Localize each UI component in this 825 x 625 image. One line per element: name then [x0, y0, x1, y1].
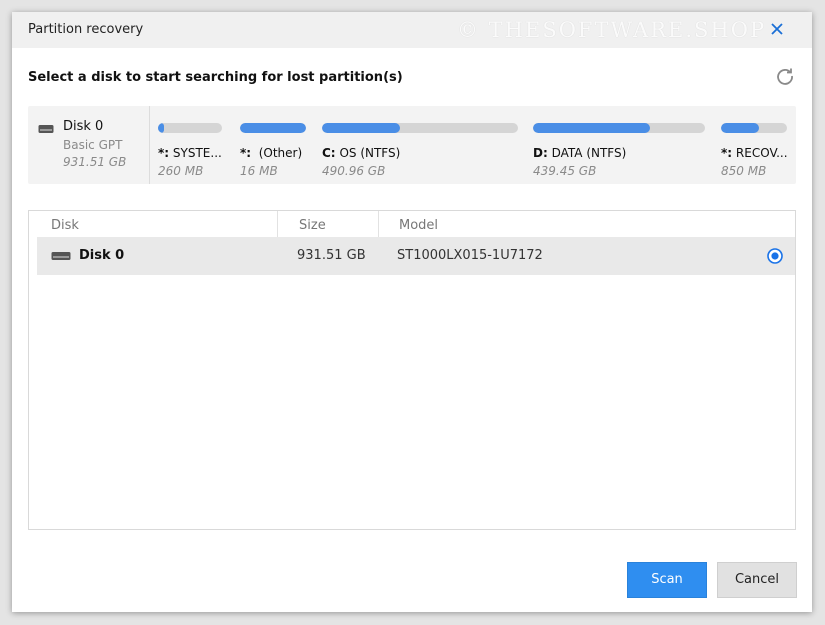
close-icon[interactable] [770, 22, 784, 36]
partition-usage-bar [240, 123, 306, 133]
partition-usage-fill [721, 123, 760, 133]
window-title: Partition recovery [28, 22, 144, 37]
page-heading: Select a disk to start searching for los… [28, 70, 403, 85]
partition-d[interactable]: D: DATA (NTFS) 439.45 GB [533, 106, 705, 184]
disk-map-panel: Disk 0 Basic GPT 931.51 GB *: SYSTE... 2… [28, 106, 796, 184]
partition-usage-fill [240, 123, 306, 133]
scan-button[interactable]: Scan [627, 562, 707, 598]
partition-usage-bar [158, 123, 222, 133]
column-header-disk[interactable]: Disk [51, 218, 79, 233]
partition-other[interactable]: *: (Other) 16 MB [240, 106, 306, 184]
disk-table: Disk Size Model Disk 0 931.51 GB ST1000L… [28, 210, 796, 530]
partition-size: 16 MB [240, 164, 278, 178]
hard-disk-icon [38, 125, 54, 133]
partition-size: 260 MB [158, 164, 204, 178]
partition-usage-fill [322, 123, 401, 133]
partition-recovery[interactable]: *: RECOV... 850 MB [721, 106, 788, 184]
watermark: © THESOFTWARE.SHOP [457, 18, 767, 42]
map-divider [149, 106, 150, 184]
partition-name: *: SYSTE... [158, 146, 222, 160]
map-disk-type: Basic GPT [63, 138, 123, 152]
partition-usage-fill [158, 123, 165, 133]
hard-disk-icon [51, 252, 71, 260]
partition-system[interactable]: *: SYSTE... 260 MB [158, 106, 222, 184]
map-disk-size: 931.51 GB [63, 155, 127, 169]
cancel-button[interactable]: Cancel [717, 562, 797, 598]
table-row[interactable]: Disk 0 931.51 GB ST1000LX015-1U7172 [37, 237, 795, 275]
partition-usage-fill [533, 123, 650, 133]
row-disk-model: ST1000LX015-1U7172 [397, 248, 543, 263]
column-header-size[interactable]: Size [299, 218, 326, 233]
column-divider [378, 211, 379, 237]
partition-size: 490.96 GB [322, 164, 386, 178]
column-header-model[interactable]: Model [399, 218, 438, 233]
radio-selected-icon[interactable] [767, 248, 783, 264]
title-bar: Partition recovery © THESOFTWARE.SHOP [12, 12, 812, 48]
partition-name: *: (Other) [240, 146, 303, 160]
partition-name: C: OS (NTFS) [322, 146, 401, 160]
map-disk-name: Disk 0 [63, 119, 104, 134]
row-disk-size: 931.51 GB [297, 248, 366, 263]
partition-usage-bar [322, 123, 518, 133]
partition-c[interactable]: C: OS (NTFS) 490.96 GB [322, 106, 518, 184]
partition-usage-bar [533, 123, 705, 133]
partition-recovery-dialog: Partition recovery © THESOFTWARE.SHOP Se… [12, 12, 812, 612]
column-divider [277, 211, 278, 237]
partition-size: 439.45 GB [533, 164, 597, 178]
refresh-icon[interactable] [775, 66, 795, 86]
partition-name: D: DATA (NTFS) [533, 146, 627, 160]
partition-name: *: RECOV... [721, 146, 788, 160]
row-disk-name: Disk 0 [79, 248, 125, 263]
partition-usage-bar [721, 123, 787, 133]
partition-size: 850 MB [721, 164, 767, 178]
